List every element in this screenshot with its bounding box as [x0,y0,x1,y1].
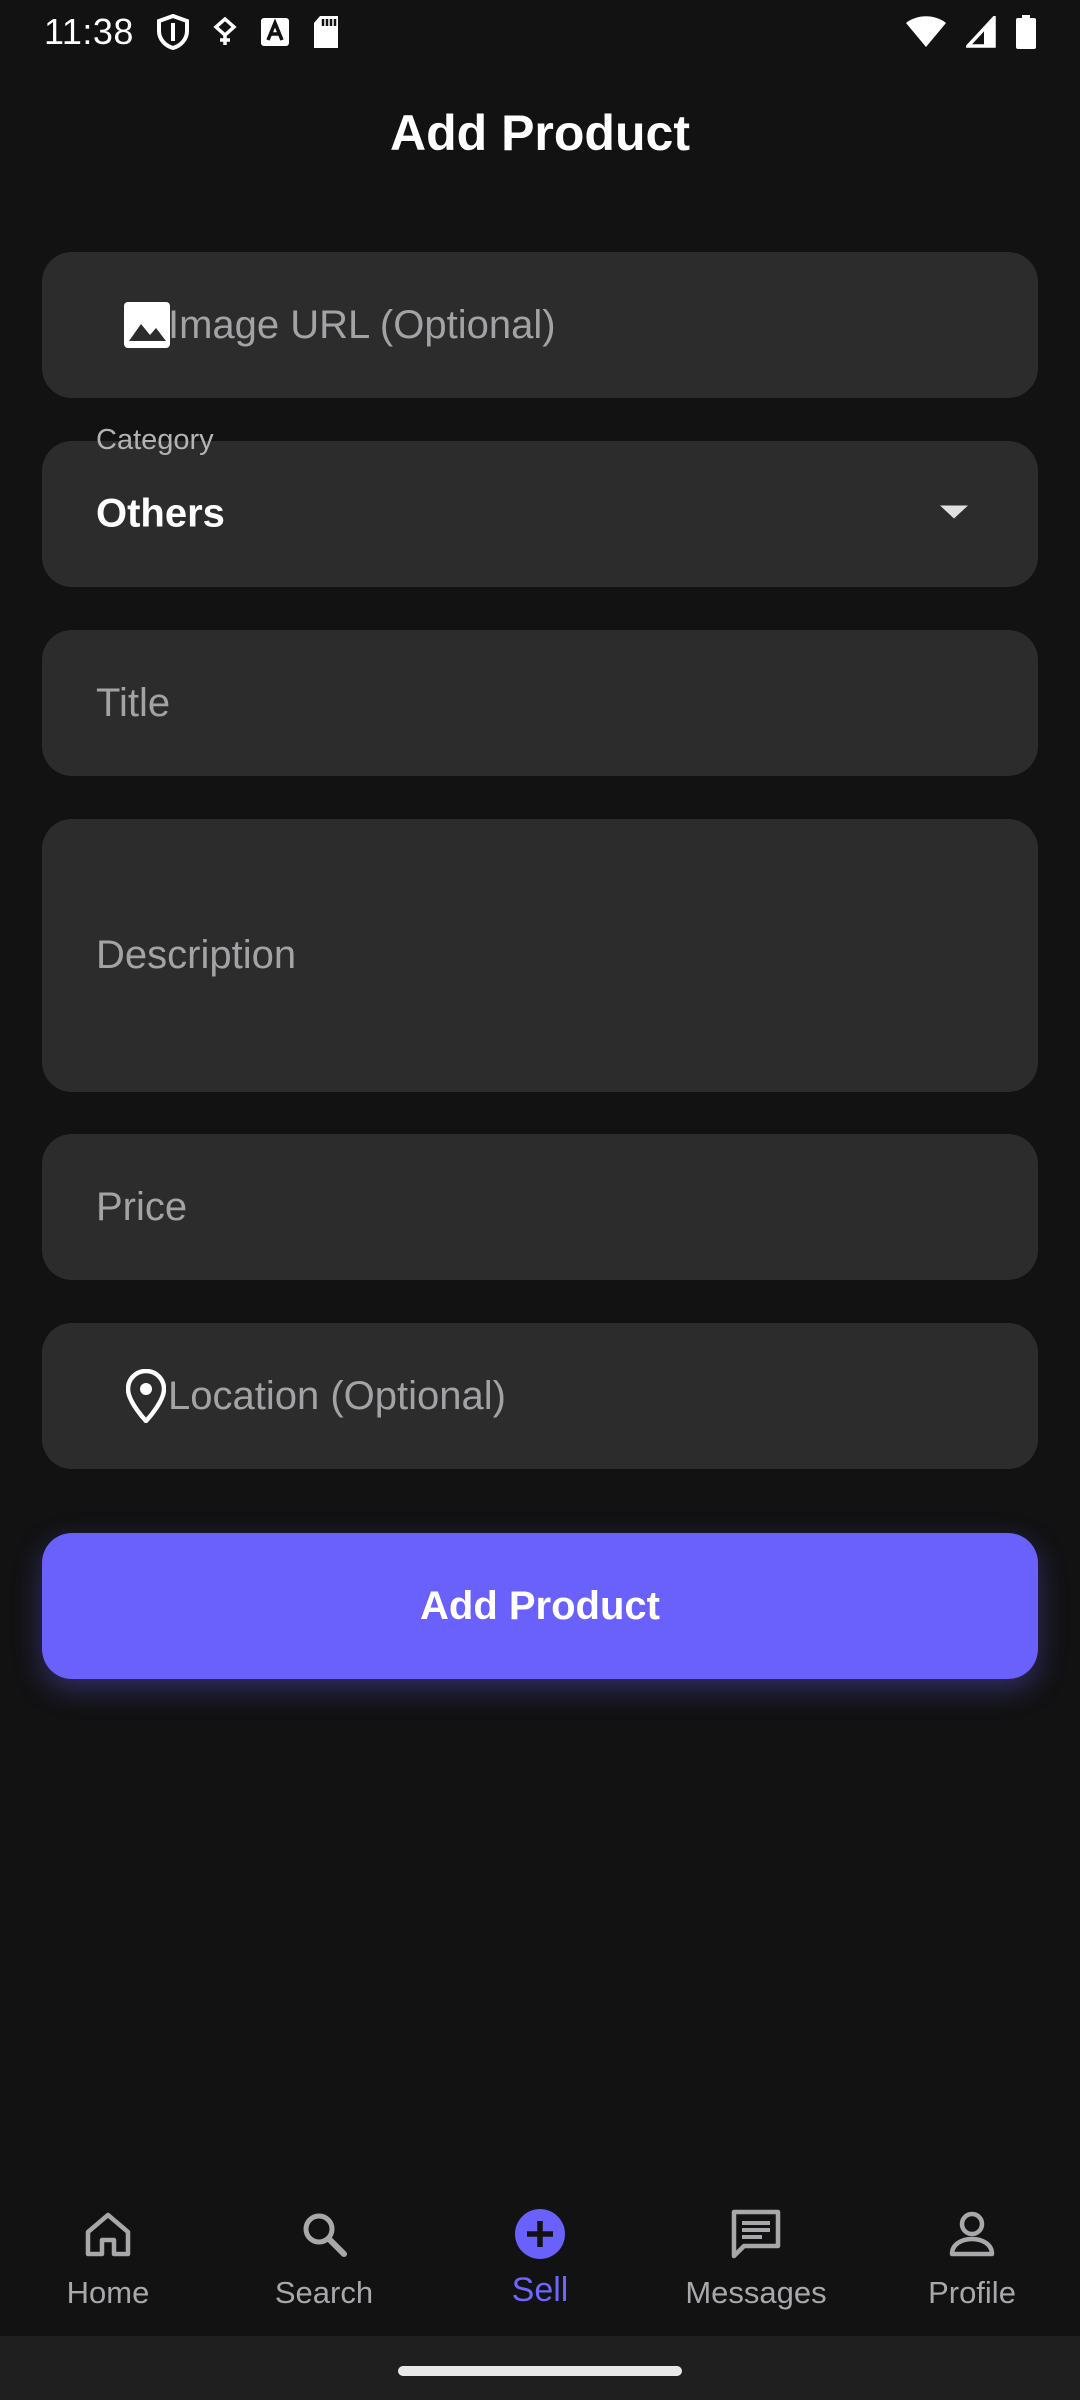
status-left: 11:38 [44,11,340,53]
shield-icon [156,14,190,50]
vpn-key-icon [212,17,238,47]
category-dropdown[interactable]: Others [42,441,1038,587]
category-label: Category [96,424,214,456]
nav-label-profile: Profile [928,2275,1016,2310]
chevron-down-icon[interactable] [938,504,970,525]
profile-icon [944,2206,1000,2267]
bottom-nav: Home Search Sell Messages Profile [0,2176,1080,2336]
messages-icon [728,2206,784,2267]
text-a-icon [260,17,290,47]
nav-item-search[interactable]: Search [216,2176,432,2336]
nav-item-sell[interactable]: Sell [432,2176,648,2336]
gesture-handle[interactable] [398,2366,682,2376]
gesture-area [0,2336,1080,2400]
price-input[interactable]: Price [42,1134,1038,1280]
status-right [906,15,1036,49]
nav-item-home[interactable]: Home [0,2176,216,2336]
signal-icon [966,16,996,48]
location-input[interactable]: Location (Optional) [42,1323,1038,1469]
add-circle-icon [512,2206,568,2267]
description-field[interactable]: Description [42,819,1038,1092]
nav-label-home: Home [66,2275,150,2310]
price-field[interactable]: Price [42,1134,1038,1280]
search-icon [296,2206,352,2267]
nav-item-messages[interactable]: Messages [648,2176,864,2336]
title-field[interactable]: Title [42,630,1038,776]
image-url-input[interactable]: Image URL (Optional) [42,252,1038,398]
description-input[interactable]: Description [42,819,1038,1092]
add-product-button[interactable]: Add Product [42,1533,1038,1679]
category-value: Others [96,491,225,536]
nav-label-messages: Messages [685,2275,827,2310]
location-field[interactable]: Location (Optional) [42,1323,1038,1469]
status-time: 11:38 [44,11,134,52]
page-title: Add Product [390,105,690,161]
wifi-icon [906,16,946,48]
sd-card-icon [312,15,340,49]
home-icon [80,2206,136,2267]
battery-icon [1016,15,1036,49]
nav-label-search: Search [274,2275,374,2310]
image-url-field[interactable]: Image URL (Optional) [42,252,1038,398]
nav-label-sell: Sell [511,2271,569,2309]
nav-item-profile[interactable]: Profile [864,2176,1080,2336]
title-input[interactable]: Title [42,630,1038,776]
status-bar: 11:38 [0,0,1080,64]
